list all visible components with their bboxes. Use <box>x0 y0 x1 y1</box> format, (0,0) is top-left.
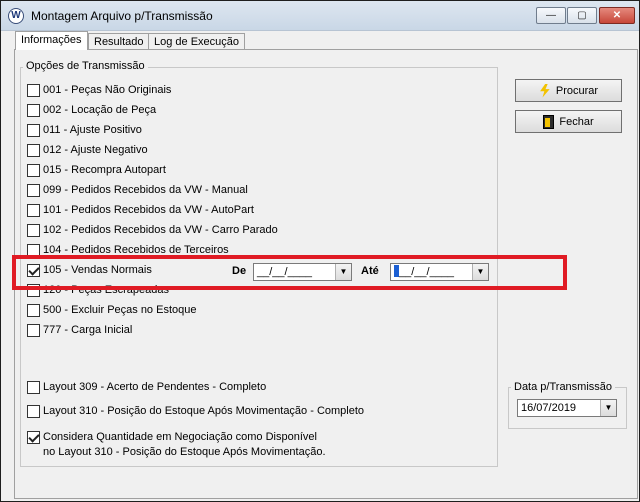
option-label: 001 - Peças Não Originais <box>43 84 172 96</box>
fechar-label: Fechar <box>559 115 594 128</box>
option-102[interactable]: 102 - Pedidos Recebidos da VW - Carro Pa… <box>27 222 278 238</box>
checkbox-099[interactable] <box>27 183 40 197</box>
minimize-button[interactable]: — <box>536 7 566 24</box>
option-012[interactable]: 012 - Ajuste Negativo <box>27 142 148 158</box>
data-transmissao-value: 16/07/2019 <box>521 402 577 414</box>
tab-resultado[interactable]: Resultado <box>88 33 150 49</box>
checkbox-500[interactable] <box>27 303 40 317</box>
option-label: Layout 309 - Acerto de Pendentes - Compl… <box>43 381 267 393</box>
option-layout-309[interactable]: Layout 309 - Acerto de Pendentes - Compl… <box>27 379 266 395</box>
checkbox-002[interactable] <box>27 103 40 117</box>
option-500[interactable]: 500 - Excluir Peças no Estoque <box>27 302 196 318</box>
volkswagen-logo-icon: W <box>8 8 24 24</box>
title-bar[interactable]: W Montagem Arquivo p/Transmissão — ▢ ✕ <box>1 1 639 31</box>
checkbox-considera-quantidade[interactable] <box>27 430 40 444</box>
checkbox-layout-309[interactable] <box>27 380 40 394</box>
option-label: 500 - Excluir Peças no Estoque <box>43 304 197 316</box>
fechar-button[interactable]: Fechar <box>515 110 622 133</box>
option-label: Considera Quantidade em Negociação como … <box>43 431 317 443</box>
option-777[interactable]: 777 - Carga Inicial <box>27 322 132 338</box>
maximize-button[interactable]: ▢ <box>567 7 597 24</box>
chevron-down-icon[interactable]: ▼ <box>600 400 616 416</box>
checkbox-011[interactable] <box>27 123 40 137</box>
option-label: 012 - Ajuste Negativo <box>43 144 148 156</box>
option-015[interactable]: 015 - Recompra Autopart <box>27 162 166 178</box>
main-window: W Montagem Arquivo p/Transmissão — ▢ ✕ I… <box>0 0 640 502</box>
procurar-button[interactable]: Procurar <box>515 79 622 102</box>
procurar-label: Procurar <box>555 84 599 97</box>
option-label: 002 - Locação de Peça <box>43 104 157 116</box>
checkbox-102[interactable] <box>27 223 40 237</box>
highlight-annotation-box <box>12 255 567 290</box>
option-101[interactable]: 101 - Pedidos Recebidos da VW - AutoPart <box>27 202 254 218</box>
considera-label-line2: no Layout 310 - Posição do Estoque Após … <box>43 446 326 458</box>
data-transmissao-label: Data p/Transmissão <box>511 381 616 393</box>
option-considera-quantidade[interactable]: Considera Quantidade em Negociação como … <box>27 429 317 445</box>
option-label: 011 - Ajuste Positivo <box>43 124 142 136</box>
option-layout-310[interactable]: Layout 310 - Posição do Estoque Após Mov… <box>27 403 364 419</box>
checkbox-777[interactable] <box>27 323 40 337</box>
tab-informacoes[interactable]: Informações <box>15 31 88 50</box>
checkbox-012[interactable] <box>27 143 40 157</box>
options-group-title: Opções de Transmissão <box>23 60 148 72</box>
option-label: 099 - Pedidos Recebidos da VW - Manual <box>43 184 248 196</box>
data-transmissao-picker[interactable]: 16/07/2019 ▼ <box>517 399 617 417</box>
option-label: 101 - Pedidos Recebidos da VW - AutoPart <box>43 204 254 216</box>
option-002[interactable]: 002 - Locação de Peça <box>27 102 156 118</box>
checkbox-001[interactable] <box>27 83 40 97</box>
option-001[interactable]: 001 - Peças Não Originais <box>27 82 171 98</box>
option-099[interactable]: 099 - Pedidos Recebidos da VW - Manual <box>27 182 248 198</box>
exit-door-icon <box>543 114 555 129</box>
option-label: 015 - Recompra Autopart <box>43 164 166 176</box>
option-label: 102 - Pedidos Recebidos da VW - Carro Pa… <box>43 224 278 236</box>
checkbox-101[interactable] <box>27 203 40 217</box>
checkbox-layout-310[interactable] <box>27 404 40 418</box>
lightning-bolt-icon <box>540 83 550 98</box>
tab-log-execucao[interactable]: Log de Execução <box>148 33 246 49</box>
checkbox-015[interactable] <box>27 163 40 177</box>
option-011[interactable]: 011 - Ajuste Positivo <box>27 122 142 138</box>
window-title: Montagem Arquivo p/Transmissão <box>31 9 213 23</box>
option-label: 777 - Carga Inicial <box>43 324 133 336</box>
close-button[interactable]: ✕ <box>599 7 635 24</box>
option-label: Layout 310 - Posição do Estoque Após Mov… <box>43 405 365 417</box>
